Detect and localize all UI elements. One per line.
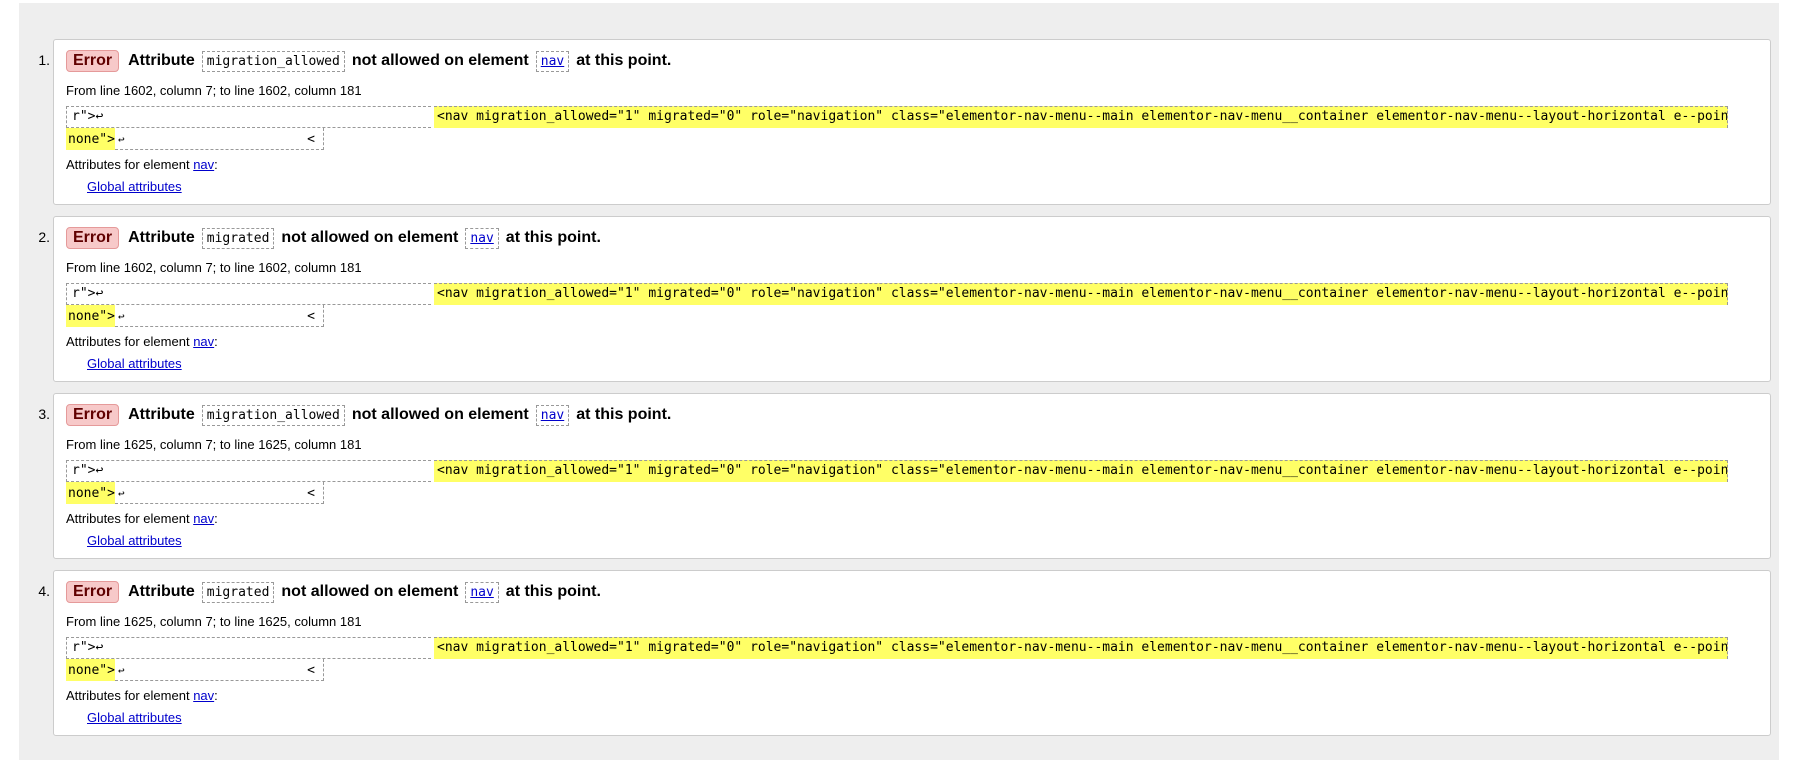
error-list: 1. Error Attribute migration_allowed not… [19, 39, 1779, 747]
attributes-line: Attributes for element nav: [66, 334, 1758, 352]
attributes-colon: : [214, 157, 218, 172]
message-number: 2. [38, 229, 50, 245]
code-extract: r">↩ <nav migration_allowed="1" migrated… [66, 106, 1728, 156]
extract-highlight-line2: none"> [66, 305, 115, 327]
extract-highlight-line1: <nav migration_allowed="1" migrated="0" … [434, 283, 1728, 305]
attributes-line: Attributes for element nav: [66, 688, 1758, 706]
message-number: 3. [38, 406, 50, 422]
attribute-name: migration_allowed [201, 404, 345, 426]
attributes-label: Attributes for element [66, 511, 190, 526]
message-heading: Error Attribute migrated not allowed on … [66, 226, 1758, 250]
element-link[interactable]: nav [535, 50, 570, 72]
extract-highlight-line1: <nav migration_allowed="1" migrated="0" … [434, 106, 1728, 128]
error-badge: Error [66, 404, 120, 426]
message-suffix: at this point. [576, 406, 672, 423]
code-extract: r">↩ <nav migration_allowed="1" migrated… [66, 283, 1728, 333]
location-text: From line 1625, column 7; to line 1625, … [66, 437, 362, 452]
extract-before: r">↩ [66, 283, 431, 305]
global-attributes-row: Global attributes [87, 533, 1758, 551]
extract-after: ↩ < [115, 482, 324, 504]
location-text: From line 1625, column 7; to line 1625, … [66, 614, 362, 629]
return-glyph: ↩ [118, 487, 125, 500]
attributes-colon: : [214, 334, 218, 349]
message-prefix: Attribute [128, 229, 195, 246]
error-message: 1. Error Attribute migration_allowed not… [38, 39, 1771, 205]
message-number: 4. [38, 583, 50, 599]
extract-highlight-line1: <nav migration_allowed="1" migrated="0" … [434, 637, 1728, 659]
attributes-line: Attributes for element nav: [66, 511, 1758, 529]
global-attributes-row: Global attributes [87, 179, 1758, 197]
message-prefix: Attribute [128, 52, 195, 69]
extract-after-end: < [307, 132, 315, 147]
message-prefix: Attribute [128, 583, 195, 600]
attribute-name: migration_allowed [201, 50, 345, 72]
return-glyph: ↩ [118, 664, 125, 677]
attributes-element-link[interactable]: nav [193, 334, 214, 349]
message-heading: Error Attribute migration_allowed not al… [66, 49, 1758, 73]
error-badge: Error [66, 581, 120, 603]
message-middle: not allowed on element [281, 229, 459, 246]
message-suffix: at this point. [505, 229, 601, 246]
code-extract: r">↩ <nav migration_allowed="1" migrated… [66, 460, 1728, 510]
attribute-name: migrated [201, 581, 275, 603]
element-link[interactable]: nav [465, 581, 499, 603]
code-extract: r">↩ <nav migration_allowed="1" migrated… [66, 637, 1728, 687]
message-middle: not allowed on element [351, 52, 529, 69]
global-attributes-row: Global attributes [87, 710, 1758, 728]
return-glyph: ↩ [118, 133, 125, 146]
attributes-label: Attributes for element [66, 688, 190, 703]
extract-after-end: < [307, 663, 315, 678]
attributes-colon: : [214, 688, 218, 703]
attributes-line: Attributes for element nav: [66, 157, 1758, 175]
attributes-label: Attributes for element [66, 157, 190, 172]
extract-before: r">↩ [66, 106, 431, 128]
message-prefix: Attribute [128, 406, 195, 423]
attributes-element-link[interactable]: nav [193, 511, 214, 526]
extract-highlight-line2: none"> [66, 128, 115, 150]
extract-before: r">↩ [66, 460, 431, 482]
attribute-name: migrated [201, 227, 275, 249]
error-message: 3. Error Attribute migration_allowed not… [38, 393, 1771, 559]
attributes-element-link[interactable]: nav [193, 688, 214, 703]
message-heading: Error Attribute migration_allowed not al… [66, 403, 1758, 427]
extract-after-end: < [307, 309, 315, 324]
message-middle: not allowed on element [281, 583, 459, 600]
message-number: 1. [38, 52, 50, 68]
extract-before: r">↩ [66, 637, 431, 659]
extract-after: ↩ < [115, 128, 324, 150]
global-attributes-link[interactable]: Global attributes [87, 179, 182, 194]
error-badge: Error [66, 50, 120, 72]
extract-highlight-line2: none"> [66, 659, 115, 681]
message-suffix: at this point. [576, 52, 672, 69]
extract-highlight-line1: <nav migration_allowed="1" migrated="0" … [434, 460, 1728, 482]
extract-highlight-line2: none"> [66, 482, 115, 504]
element-link[interactable]: nav [465, 227, 499, 249]
results-panel: 1. Error Attribute migration_allowed not… [19, 3, 1779, 760]
attributes-element-link[interactable]: nav [193, 157, 214, 172]
global-attributes-link[interactable]: Global attributes [87, 533, 182, 548]
extract-after: ↩ < [115, 659, 324, 681]
message-heading: Error Attribute migrated not allowed on … [66, 580, 1758, 604]
attributes-label: Attributes for element [66, 334, 190, 349]
location-text: From line 1602, column 7; to line 1602, … [66, 260, 362, 275]
extract-after-end: < [307, 486, 315, 501]
location-text: From line 1602, column 7; to line 1602, … [66, 83, 362, 98]
attributes-colon: : [214, 511, 218, 526]
error-message: 4. Error Attribute migrated not allowed … [38, 570, 1771, 736]
global-attributes-link[interactable]: Global attributes [87, 356, 182, 371]
return-glyph: ↩ [118, 310, 125, 323]
error-message: 2. Error Attribute migrated not allowed … [38, 216, 1771, 382]
global-attributes-link[interactable]: Global attributes [87, 710, 182, 725]
message-middle: not allowed on element [351, 406, 529, 423]
message-suffix: at this point. [505, 583, 601, 600]
element-link[interactable]: nav [535, 404, 570, 426]
error-badge: Error [66, 227, 120, 249]
extract-after: ↩ < [115, 305, 324, 327]
global-attributes-row: Global attributes [87, 356, 1758, 374]
